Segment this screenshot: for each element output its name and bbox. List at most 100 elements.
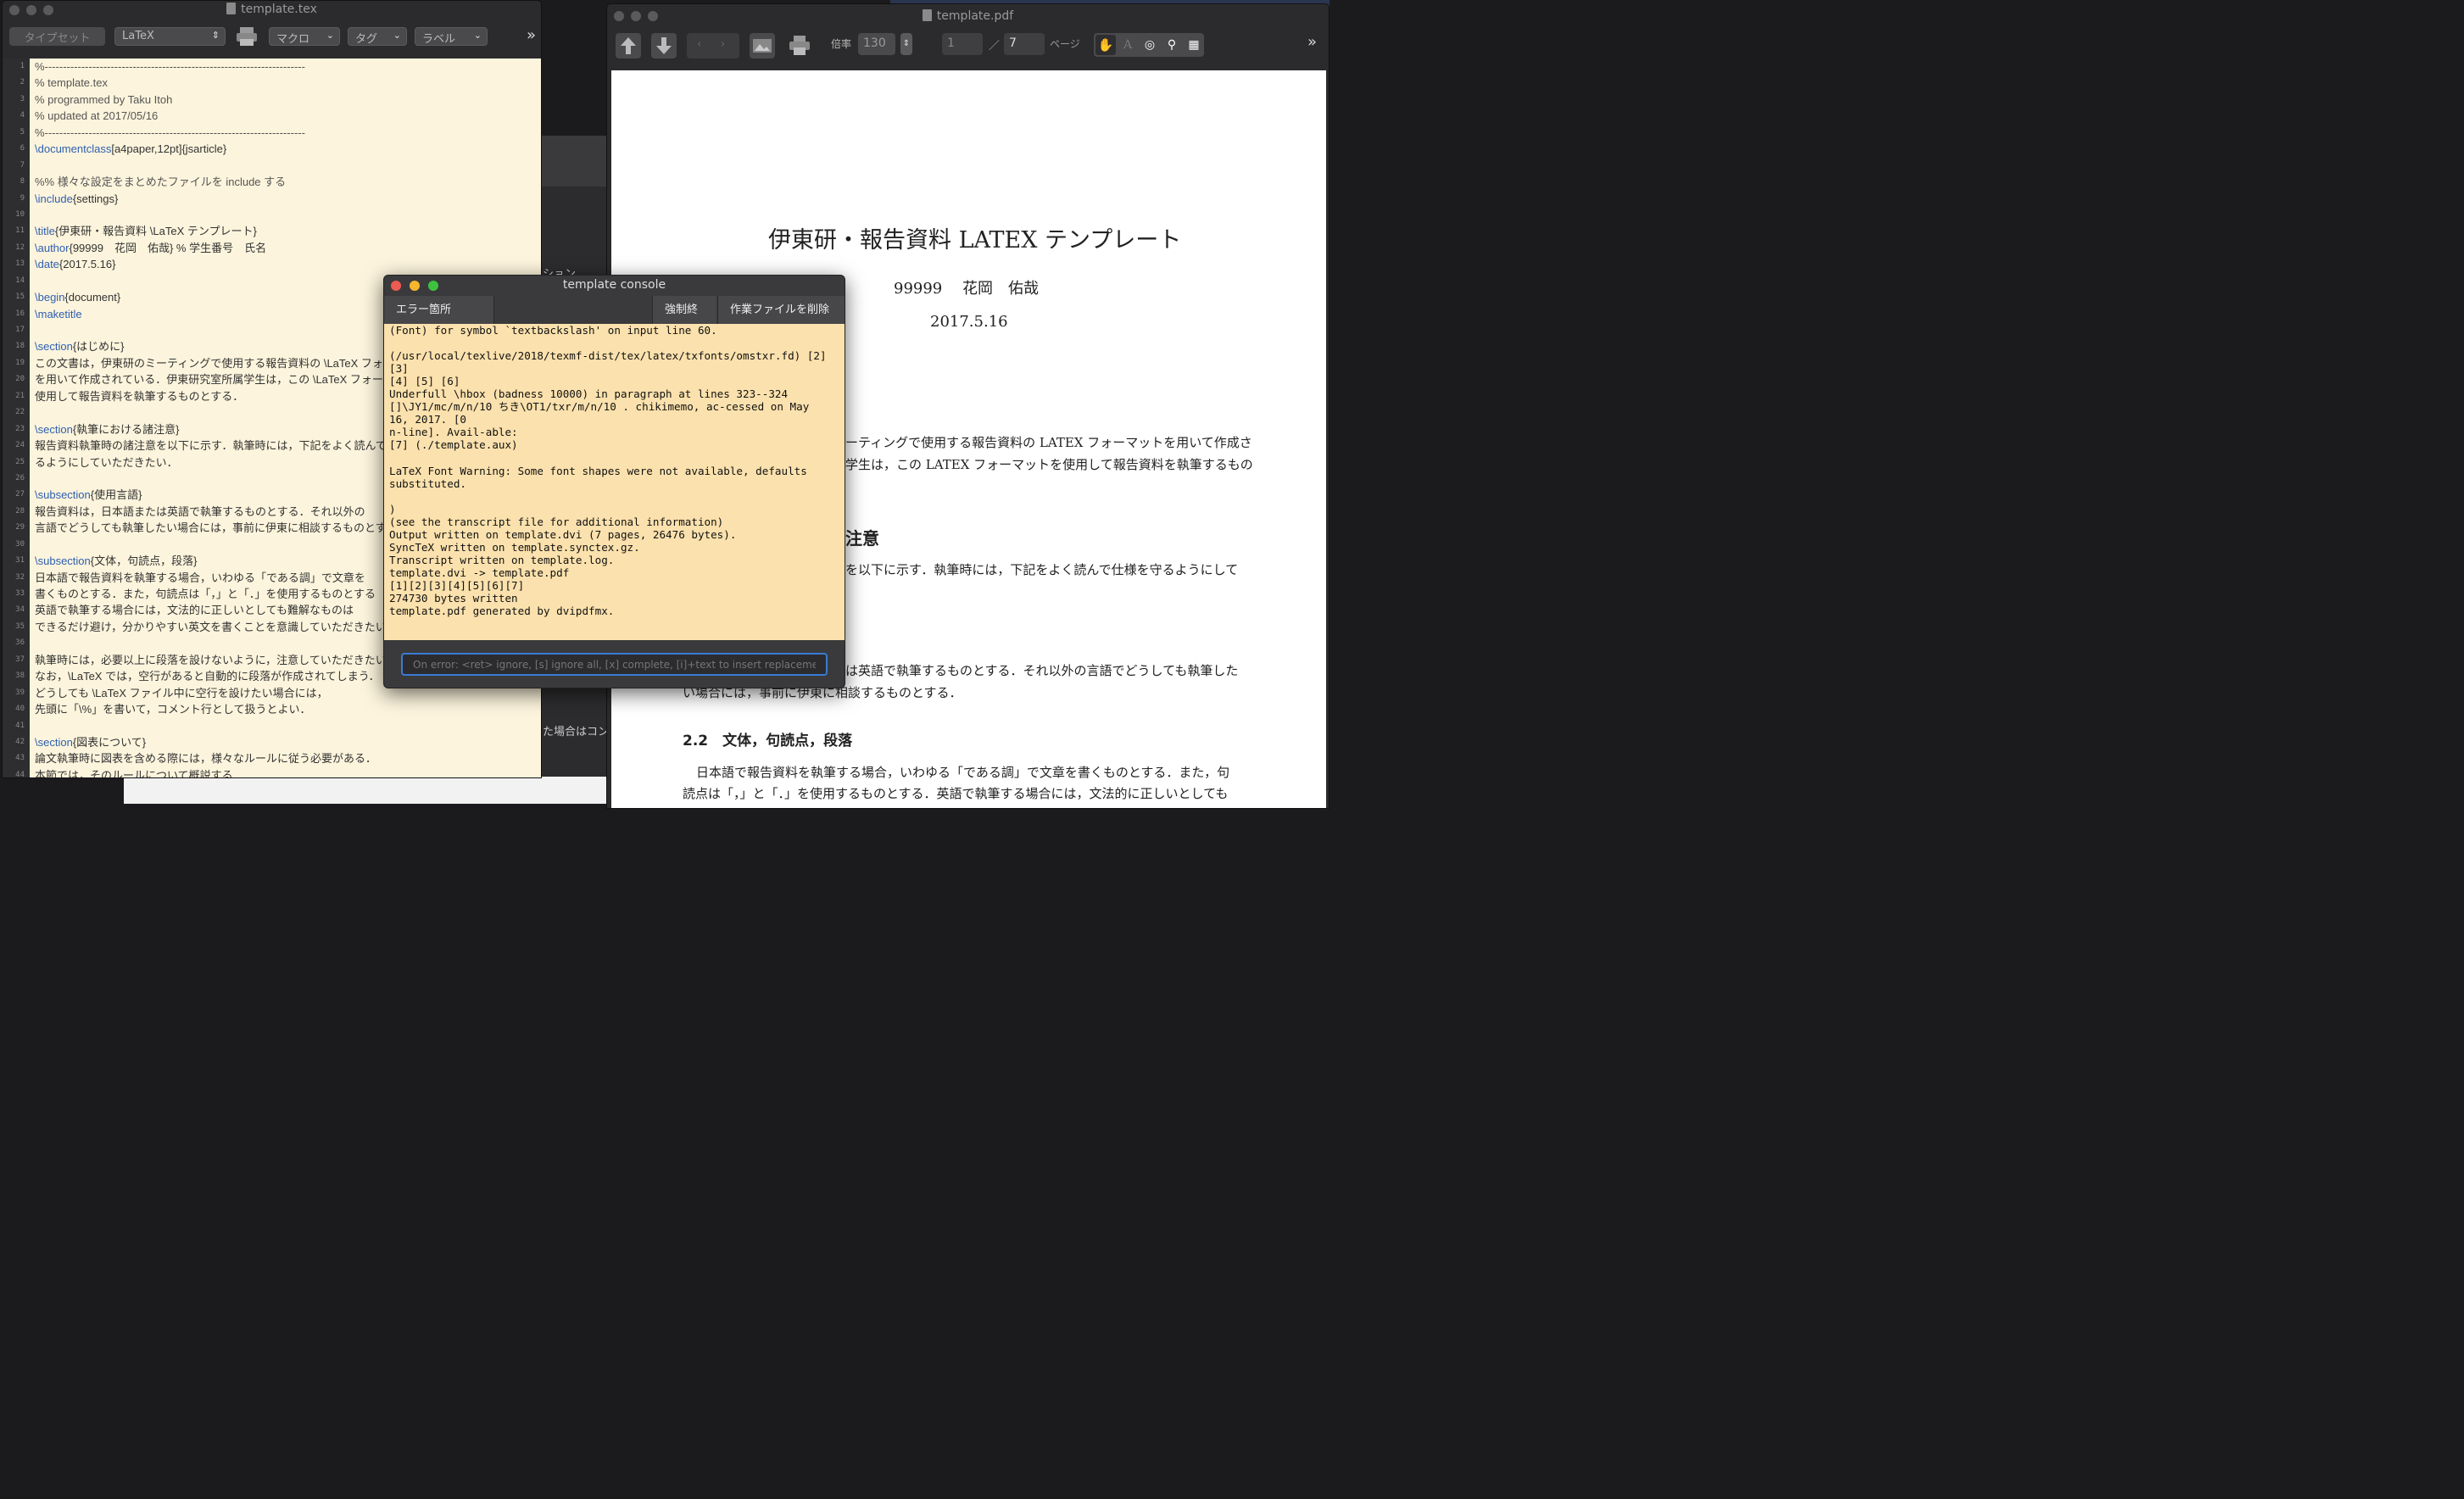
source-line[interactable]: \author{99999 花岡 佑哉} % 学生番号 氏名 [30,240,541,256]
delete-aux-files-button[interactable]: 作業ファイルを削除 [717,296,845,324]
toolbar-overflow-button[interactable]: » [520,25,541,44]
doc-paragraph: 学生は，この LATEX フォーマットを使用して報告資料を執筆するもの [845,457,1253,472]
source-line[interactable]: 先頭に「\%」を書いて，コメント行として扱うとよい． [30,701,541,717]
console-log-line: []\JY1/mc/m/n/10 ちき\OT1/txr/m/n/10 . chi… [389,400,810,414]
source-text: % updated at 2017/05/16 [35,109,159,123]
console-window[interactable]: template console エラー箇所 ^⌘E 強制終了 作業ファイルを削… [383,275,845,688]
console-input[interactable] [401,653,828,676]
chevron-right-icon: › [721,38,726,51]
source-line[interactable]: \include{settings} [30,191,541,207]
console-log-line: ) [389,502,396,515]
line-number: 23 [15,424,25,433]
console-log-line: SyncTeX written on template.synctex.gz. [389,540,640,554]
line-number: 25 [15,457,25,466]
source-line[interactable]: %---------------------------------------… [30,125,541,141]
source-line[interactable]: \documentclass[a4paper,12pt]{jsarticle} [30,141,541,157]
source-line[interactable] [30,718,541,734]
text-select-icon[interactable]: A [1118,35,1138,55]
source-line[interactable]: % updated at 2017/05/16 [30,108,541,124]
console-log-line [389,451,841,464]
source-text: %% 様々な設定をまとめたファイルを include する [35,176,287,189]
console-log-line: template.dvi -> template.pdf [389,566,570,579]
source-text: {執筆における諸注意} [72,422,180,436]
source-line[interactable]: \section{図表について} [30,734,541,750]
console-log-line: [1][2][3][4][5][6][7] [389,578,525,592]
next-page-button[interactable] [651,33,677,59]
line-number: 27 [15,490,25,499]
macro-select[interactable]: マクロ ⌄ [269,27,340,46]
source-text: なお，\LaTeX では，空行があると自動的に段落が作成されてしまう． [35,670,380,683]
line-number: 7 [20,160,25,170]
source-line[interactable]: \date{2017.5.16} [30,256,541,272]
source-text: %---------------------------------------… [35,125,305,139]
source-text: {99999 花岡 佑哉} % 学生番号 氏名 [69,241,267,254]
toolbar-overflow-button[interactable]: » [1307,33,1317,51]
source-line[interactable]: %---------------------------------------… [30,59,541,75]
source-line[interactable]: % template.tex [30,75,541,91]
image-button[interactable] [750,33,775,59]
zoom-stepper[interactable]: ⇕ [900,33,912,55]
previous-page-button[interactable] [616,33,641,59]
line-number: 4 [20,111,25,120]
source-line[interactable]: % programmed by Taku Itoh [30,92,541,108]
window-title: template.pdf [607,9,1329,23]
page-field[interactable]: 1 [942,33,983,55]
latex-command: \author [35,241,70,254]
zoom-area-icon[interactable]: ◎ [1140,35,1160,55]
source-text: を用いて作成されている．伊東研究室所属学生は，この \LaTeX フォー [35,373,383,387]
chevron-left-icon: ‹ [697,38,702,51]
console-log-line: template.pdf generated by dvipdfmx. [389,605,615,618]
line-number: 32 [15,572,25,582]
page-separator: ／ [989,40,1001,53]
latex-command: \subsection [35,488,91,502]
tag-select[interactable]: タグ ⌄ [348,27,407,46]
doc-paragraph: 日本語で報告資料を執筆する場合，いわゆる「である調」で文章を書くものとする．また… [696,765,1230,780]
console-log-line: (Font) for symbol `textbackslash' on inp… [389,324,717,337]
console-log[interactable]: (Font) for symbol `textbackslash' on inp… [384,324,845,640]
source-line[interactable] [30,158,541,174]
typeset-button[interactable]: タイプセット [9,27,105,46]
line-number: 21 [15,391,25,400]
line-number-gutter: 1 2 3 4 5 6 7 8 9 10 11 12 13 14 15 16 17 18 19 20 21 22 23 24 2… [3,59,30,777]
source-line[interactable]: \title{伊東研・報告資料 \LaTeX テンプレート} [30,223,541,239]
zoom-field[interactable]: 130 [858,33,895,55]
doc-title: 伊東研・報告資料 LATEX テンプレート [768,227,1182,254]
source-line[interactable]: 論文執筆時に図表を含める際には，様々なルールに従う必要がある． [30,750,541,766]
latex-command: \section [35,422,73,436]
back-forward-button[interactable]: ‹ › [687,33,739,59]
source-text: {図表について} [72,735,147,749]
print-button[interactable] [235,25,259,48]
source-text: 英語で執筆する場合には，文法的に正しいとしても難解なものは [35,604,354,617]
latex-command: \title [35,225,55,238]
source-text: 先頭に「\%」を書いて，コメント行として扱うとよい． [35,703,311,716]
select-area-icon[interactable]: ▦ [1184,35,1204,55]
source-line[interactable] [30,207,541,223]
source-text: % programmed by Taku Itoh [35,92,173,106]
magnifier-icon[interactable]: ⚲ [1162,35,1182,55]
hand-tool-icon[interactable]: ✋ [1095,35,1116,55]
console-log-line: [3] [389,362,409,376]
source-text: % template.tex [35,76,108,90]
force-stop-button[interactable]: 強制終了 [652,296,716,344]
source-line[interactable]: %% 様々な設定をまとめたファイルを include する [30,174,541,190]
line-number: 37 [15,655,25,664]
line-number: 22 [15,408,25,417]
printer-icon [789,36,810,55]
latex-command: \begin [35,291,65,304]
label-select[interactable]: ラベル ⌄ [415,27,488,46]
printer-icon [237,27,257,46]
document-icon [226,3,237,14]
console-log-line: substituted. [389,476,466,490]
source-text: {2017.5.16} [59,258,116,271]
line-number: 43 [15,754,25,763]
line-number: 10 [15,209,25,219]
source-line[interactable]: 本節では，そのルールについて概説する． [30,767,541,777]
latex-command: \include [35,192,73,205]
engine-select[interactable]: LaTeX ⇕ [114,27,226,46]
source-text: 執筆時には，必要以上に段落を設けないように，注意していただきたい [35,653,387,666]
console-log-line: (see the transcript file for additional … [389,515,724,528]
goto-error-button[interactable]: エラー箇所 ^⌘E [384,296,494,344]
print-button[interactable] [787,33,812,59]
line-number: 12 [15,242,25,252]
page-label: ページ [1050,38,1080,50]
